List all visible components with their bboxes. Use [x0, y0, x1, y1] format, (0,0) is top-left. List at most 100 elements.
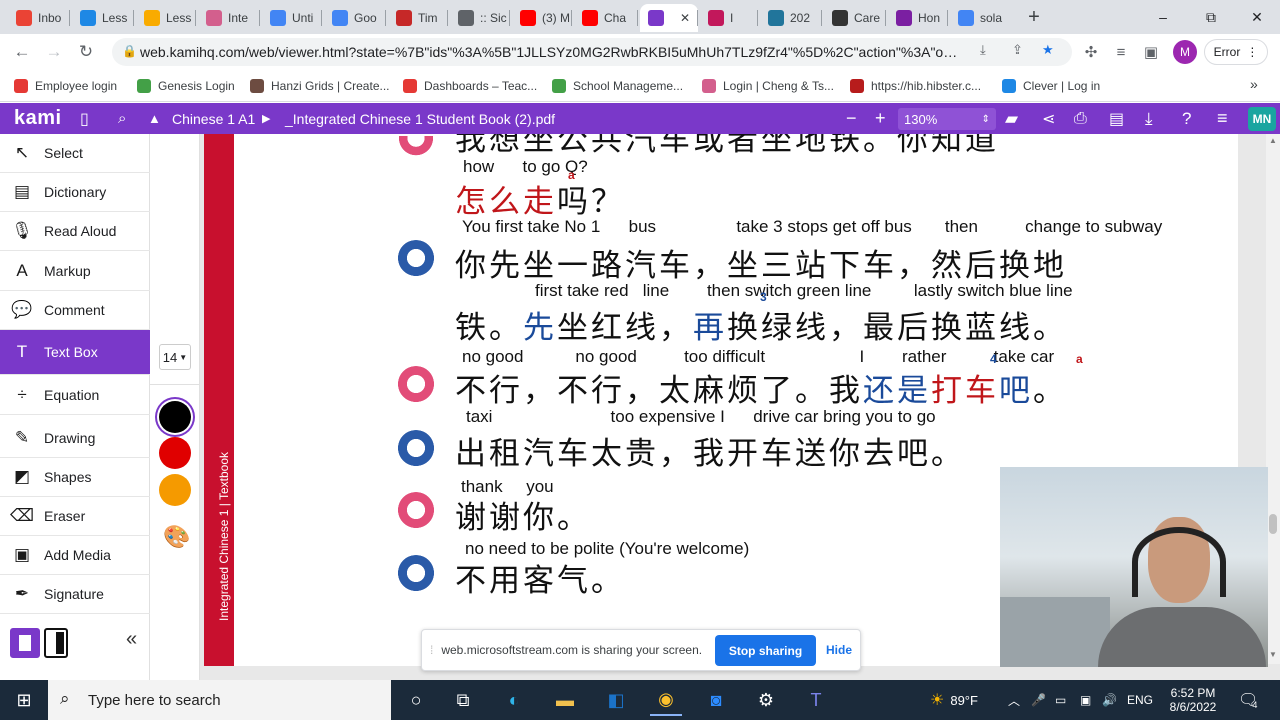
reading-list-icon[interactable]: ≡	[1110, 41, 1132, 63]
font-size-select[interactable]: 14 ▼	[159, 344, 191, 370]
kami-logo[interactable]: kami	[14, 103, 62, 134]
tool-eraser[interactable]: ⌫ Eraser	[0, 497, 150, 536]
forward-icon[interactable]: →	[40, 38, 68, 66]
tab-2[interactable]: Less	[136, 4, 194, 32]
tool-read-aloud[interactable]: 🎙 Read Aloud	[0, 212, 150, 251]
more-bookmarks-button[interactable]: »	[1250, 76, 1258, 92]
clock[interactable]: 6:52 PM 8/6/2022	[1165, 680, 1221, 720]
double-page-view-icon[interactable]	[44, 628, 68, 658]
tab-11[interactable]: I	[700, 4, 758, 32]
new-tab-button[interactable]: +	[1022, 4, 1046, 30]
help-icon[interactable]: ?	[1182, 103, 1191, 134]
zoom-in-icon[interactable]: +	[875, 103, 886, 134]
bookmark-item[interactable]: Employee login	[14, 76, 117, 96]
side-panel-icon[interactable]: ▣	[1140, 41, 1162, 63]
back-icon[interactable]: ←	[8, 38, 36, 66]
tab-3[interactable]: Inte	[198, 4, 256, 32]
bookmark-item[interactable]: Clever | Log in	[1002, 76, 1100, 96]
save-icon[interactable]: ▤	[1109, 103, 1124, 134]
bookmark-item[interactable]: School Manageme...	[552, 76, 683, 96]
settings-gear-icon[interactable]: ⚙	[750, 684, 782, 716]
bookmark-item[interactable]: Login | Cheng & Ts...	[702, 76, 834, 96]
bookmark-star-icon[interactable]: ★	[1042, 42, 1054, 58]
network-icon[interactable]: ▣	[1080, 680, 1091, 720]
search-icon[interactable]: ⌕	[118, 103, 126, 134]
gloss-line[interactable]: You first take No 1 bus take 3 stops get…	[462, 217, 1162, 237]
restore-button[interactable]: ⧉	[1188, 0, 1234, 34]
tool-add-media[interactable]: ▣ Add Media	[0, 536, 150, 575]
teams-icon[interactable]: T	[800, 684, 832, 716]
sidebar-toggle-icon[interactable]: ▯	[80, 103, 89, 134]
windows-start-icon[interactable]: ⊞	[8, 684, 40, 716]
scroll-thumb[interactable]	[1269, 514, 1277, 534]
tab-8[interactable]: (3) M	[512, 4, 570, 32]
reload-icon[interactable]: ↻	[72, 38, 100, 66]
breadcrumb-folder[interactable]: Chinese 1 A1	[172, 103, 255, 134]
color-swatch-red[interactable]	[159, 437, 191, 469]
cortana-icon[interactable]: ○	[400, 684, 432, 716]
hide-button[interactable]: Hide	[826, 643, 852, 657]
notifications-icon[interactable]: 🗨 4	[1238, 680, 1258, 720]
single-page-view-icon[interactable]	[10, 628, 40, 658]
file-explorer-icon[interactable]: ▬	[549, 684, 581, 716]
error-button[interactable]: Error ⋮	[1204, 39, 1268, 65]
tool-select[interactable]: ↖ Select	[0, 134, 150, 173]
tab-7[interactable]: :: Sic	[450, 4, 508, 32]
url-field[interactable]: 🔒 web.kamihq.com/web/viewer.html?state=%…	[112, 38, 1072, 66]
print-icon[interactable]: ⎙	[1074, 103, 1087, 134]
tab-9[interactable]: Cha	[574, 4, 632, 32]
taskbar-search-field[interactable]: ⌕ Type here to search	[48, 680, 391, 720]
color-swatch-black[interactable]	[159, 401, 191, 433]
bookmark-item[interactable]: Hanzi Grids | Create...	[250, 76, 390, 96]
gloss-line[interactable]: taxi too expensive I drive car bring you…	[466, 407, 936, 427]
collapse-sidebar-button[interactable]: «	[126, 628, 137, 651]
language-indicator[interactable]: ENG	[1127, 680, 1153, 720]
gloss-line[interactable]: first take red line then switch green li…	[535, 281, 1073, 301]
open-folder-icon[interactable]: ▰	[1005, 103, 1018, 134]
palette-icon[interactable]: 🎨	[163, 524, 190, 550]
bookmark-item[interactable]: https://hib.hibster.c...	[850, 76, 981, 96]
tab-12[interactable]: 202	[760, 4, 818, 32]
tool-markup[interactable]: A Markup	[0, 252, 150, 291]
tab-6[interactable]: Tim	[388, 4, 446, 32]
drag-handle-icon[interactable]: ⁞	[430, 643, 433, 657]
tray-chevron-icon[interactable]: ︿	[1008, 680, 1020, 720]
tool-dictionary[interactable]: ▤ Dictionary	[0, 173, 150, 212]
zoom-out-icon[interactable]: −	[846, 103, 857, 134]
breadcrumb-file[interactable]: _Integrated Chinese 1 Student Book (2).p…	[285, 103, 555, 134]
extensions-icon[interactable]: ✣	[1080, 41, 1102, 63]
tool-shapes[interactable]: ◩ Shapes	[0, 458, 150, 497]
tab-14[interactable]: Hon	[888, 4, 946, 32]
weather-widget[interactable]: ☀ 89°F	[930, 680, 978, 720]
tab-0[interactable]: Inbo	[8, 4, 66, 32]
tool-equation[interactable]: ÷ Equation	[0, 376, 150, 415]
menu-icon[interactable]: ≡	[1217, 103, 1228, 134]
bookmark-item[interactable]: Genesis Login	[137, 76, 235, 96]
tab-15[interactable]: sola	[950, 4, 1008, 32]
edge-icon[interactable]: ◐	[498, 684, 530, 716]
color-swatch-orange[interactable]	[159, 474, 191, 506]
share-network-icon[interactable]: ⋖	[1042, 103, 1055, 134]
battery-icon[interactable]: ▭	[1055, 680, 1066, 720]
install-icon[interactable]: ⤓	[980, 42, 986, 58]
minimize-button[interactable]: –	[1140, 0, 1186, 34]
close-tab-icon[interactable]: ✕	[680, 11, 690, 25]
gloss-line[interactable]: no good no good too difficult I rather t…	[462, 347, 1054, 367]
scroll-up-icon[interactable]: ▲	[1269, 136, 1277, 145]
tab-4[interactable]: Unti	[262, 4, 320, 32]
tab-1[interactable]: Less	[72, 4, 130, 32]
chrome-icon[interactable]: ◉	[650, 684, 682, 716]
user-avatar[interactable]: MN	[1248, 107, 1276, 131]
bookmark-item[interactable]: Dashboards – Teac...	[403, 76, 537, 96]
profile-avatar[interactable]: M	[1173, 40, 1197, 64]
vertical-scrollbar[interactable]: ▲ ▼	[1266, 134, 1280, 664]
tab-5[interactable]: Goo	[324, 4, 382, 32]
tool-comment[interactable]: 💬 Comment	[0, 291, 150, 330]
microphone-tray-icon[interactable]: 🎤	[1031, 680, 1046, 720]
tool-text-box[interactable]: T Text Box	[0, 330, 150, 375]
scroll-down-icon[interactable]: ▼	[1269, 650, 1277, 659]
tool-drawing[interactable]: ✎ Drawing	[0, 419, 150, 458]
download-icon[interactable]: ⤓	[1145, 103, 1153, 134]
tool-signature[interactable]: ✒ Signature	[0, 575, 150, 614]
zoom-select[interactable]: 130% ⇕	[898, 108, 996, 130]
